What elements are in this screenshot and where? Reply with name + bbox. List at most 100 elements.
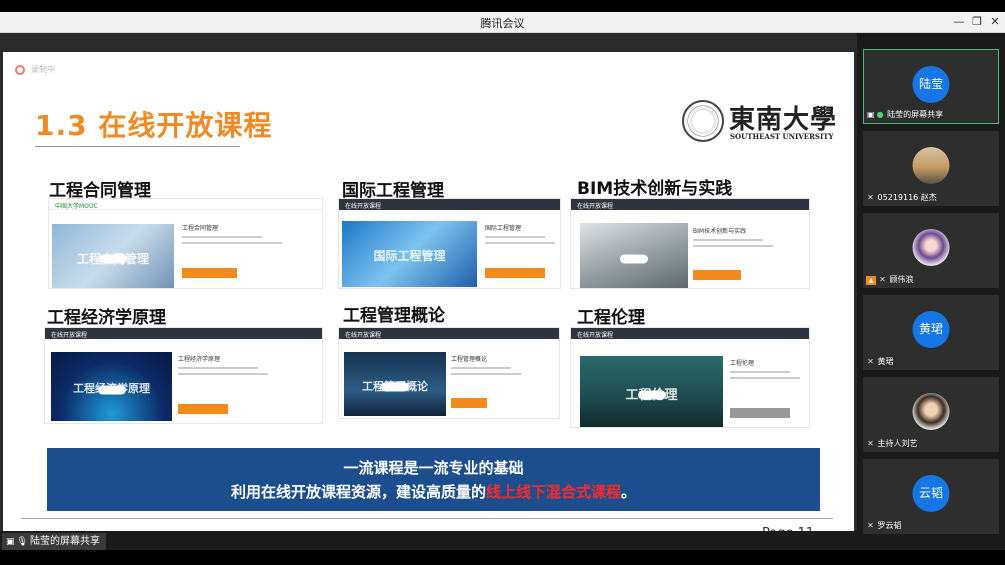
participant-tile[interactable]: ✕ 05219116 赵杰: [863, 131, 999, 206]
card-header: 在线开放课程: [571, 199, 809, 210]
course-info-title: 国际工程管理: [485, 225, 522, 232]
course-thumbnail[interactable]: 工程管理概论: [344, 352, 446, 416]
play-icon[interactable]: [381, 382, 409, 392]
card-logo: 在线开放课程: [345, 332, 382, 339]
course-thumbnail[interactable]: 国际工程管理: [342, 221, 477, 287]
course-thumbnail[interactable]: 工程经济学原理: [51, 352, 172, 421]
avatar: [912, 147, 950, 184]
info-line: [182, 236, 262, 238]
avatar: 黄珺: [912, 311, 950, 348]
play-icon[interactable]: [620, 254, 648, 264]
card-logo: 在线开放课程: [51, 332, 88, 339]
info-line: [730, 377, 800, 379]
host-badge-icon: ▲: [866, 276, 876, 285]
card-header: 在线开放课程: [45, 328, 322, 339]
info-line: [182, 242, 282, 244]
course-info-title: 工程合同管理: [182, 225, 219, 232]
participant-tile[interactable]: 陆莹 ▣ ● 陆莹的屏幕共享: [863, 49, 999, 124]
thumbnail-text: 国际工程管理: [373, 249, 446, 264]
card-logo: 在线开放课程: [577, 203, 614, 210]
mic-muted-icon: ✕: [867, 357, 874, 366]
enroll-button[interactable]: [451, 398, 487, 408]
enroll-button[interactable]: [693, 270, 741, 280]
slide-title: 1.3 在线开放课程: [35, 109, 273, 142]
record-icon: [15, 65, 25, 75]
mic-muted-icon: ✕: [867, 439, 874, 448]
participant-name-row: ✕ 主持人刘艺: [866, 438, 918, 449]
play-icon[interactable]: [99, 254, 127, 264]
info-line: [451, 367, 511, 369]
presentation-slide: 录制中 1.3 在线开放课程 東南大學 SOUTHEAST UNIVERSITY…: [3, 52, 854, 544]
banner-highlight: 线上线下混合式课程: [485, 483, 621, 501]
participant-tile[interactable]: ✕ 主持人刘艺: [863, 377, 999, 452]
course-card[interactable]: 中国大学MOOC 工程合同管理 工程合同管理: [48, 198, 323, 289]
screen-share-tag[interactable]: ▣ 🎙 陆莹的屏幕共享: [2, 533, 106, 550]
participant-tile[interactable]: ▲ ✕ 顾伟浪: [863, 213, 999, 288]
course-card[interactable]: 在线开放课程 工程经济学原理 工程经济学原理: [44, 327, 323, 424]
course-info-title: 工程经济学原理: [178, 356, 221, 363]
bottom-edge: [0, 550, 1005, 565]
course-card[interactable]: 在线开放课程 BIM技术创新与实践: [570, 198, 810, 289]
course-thumbnail[interactable]: 工程合同管理: [52, 224, 174, 288]
enroll-button[interactable]: [182, 268, 237, 278]
close-icon[interactable]: ✕: [986, 14, 1004, 30]
info-line: [693, 245, 773, 247]
enroll-button[interactable]: [730, 408, 790, 418]
course-thumbnail[interactable]: 工程伦理: [580, 356, 723, 427]
card-logo: 在线开放课程: [577, 332, 614, 339]
participant-name: 顾伟浪: [889, 275, 914, 284]
course-card[interactable]: 在线开放课程 工程管理概论 工程管理概论: [338, 327, 560, 419]
mic-icon: 🎙: [16, 537, 28, 547]
university-seal-icon: [682, 100, 724, 142]
banner-line-1: 一流课程是一流专业的基础: [343, 459, 524, 477]
enroll-button[interactable]: [485, 268, 545, 278]
enroll-button[interactable]: [178, 404, 228, 414]
course-info-title: BIM技术创新与实践: [693, 228, 747, 235]
participant-name: 主持人刘艺: [877, 439, 918, 448]
info-line: [178, 373, 268, 375]
participant-tile[interactable]: 黄珺 ✕ 黄珺: [863, 295, 999, 370]
banner-line-2-prefix: 利用在线开放课程资源，建设高质量的: [230, 483, 486, 501]
mic-muted-icon: ✕: [867, 521, 874, 530]
avatar: 陆莹: [912, 66, 950, 103]
info-line: [451, 373, 521, 375]
screen-share-icon: ▣: [6, 537, 15, 547]
slide-banner: 一流课程是一流专业的基础 利用在线开放课程资源，建设高质量的线上线下混合式课程。: [47, 448, 820, 511]
info-line: [730, 371, 790, 373]
course-name: 工程伦理: [577, 308, 645, 328]
mic-muted-icon: ✕: [879, 275, 886, 284]
avatar: 云韬: [912, 475, 950, 512]
course-card[interactable]: 在线开放课程 国际工程管理 国际工程管理: [338, 198, 561, 289]
course-card[interactable]: 在线开放课程 工程伦理 工程伦理: [570, 327, 810, 428]
info-line: [485, 236, 545, 238]
shared-screen-area: 录制中 1.3 在线开放课程 東南大學 SOUTHEAST UNIVERSITY…: [0, 33, 857, 550]
university-logo-english: SOUTHEAST UNIVERSITY: [730, 132, 834, 141]
card-header: 在线开放课程: [571, 328, 809, 339]
avatar: [912, 393, 950, 430]
window-titlebar: 腾讯会议 — ❐ ✕: [0, 12, 1005, 33]
participant-name-row: ✕ 罗云韬: [866, 520, 902, 531]
info-line: [693, 239, 763, 241]
share-label: 陆莹的屏幕共享: [29, 536, 100, 547]
banner-line-2-suffix: 。: [621, 483, 637, 501]
participant-name: 陆莹的屏幕共享: [887, 110, 944, 119]
participant-name: 罗云韬: [877, 521, 902, 530]
play-icon[interactable]: [97, 385, 126, 395]
course-info-title: 工程管理概论: [451, 356, 488, 363]
participant-tile[interactable]: 云韬 ✕ 罗云韬: [863, 459, 999, 534]
participant-name: 黄珺: [877, 357, 894, 366]
info-line: [178, 367, 258, 369]
participant-name-row: ▲ ✕ 顾伟浪: [866, 274, 914, 285]
window-title: 腾讯会议: [480, 17, 525, 30]
banner-line-2: 利用在线开放课程资源，建设高质量的线上线下混合式课程。: [47, 481, 820, 502]
card-header: 在线开放课程: [339, 199, 560, 210]
avatar: [912, 229, 950, 266]
participant-name-row: ✕ 05219116 赵杰: [866, 192, 937, 203]
restore-icon[interactable]: ❐: [968, 14, 986, 30]
minimize-icon[interactable]: —: [950, 14, 968, 30]
course-thumbnail[interactable]: [580, 223, 688, 288]
play-icon[interactable]: [637, 390, 666, 400]
card-logo: 在线开放课程: [345, 203, 382, 210]
mic-muted-icon: ✕: [867, 193, 874, 202]
course-name: 工程经济学原理: [47, 308, 166, 328]
